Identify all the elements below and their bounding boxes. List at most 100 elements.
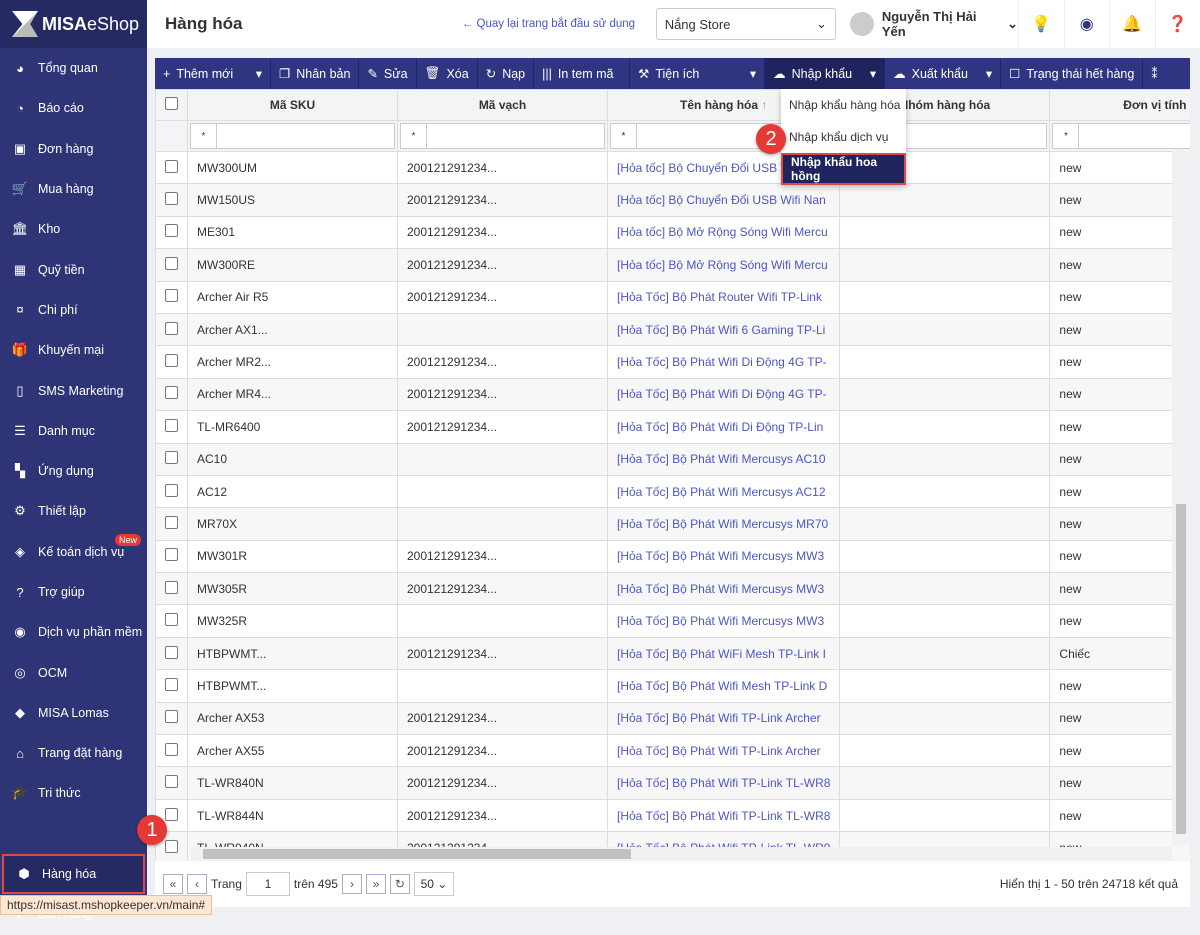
prev-page-button[interactable]: ‹ xyxy=(187,874,207,894)
row-checkbox[interactable] xyxy=(156,475,188,507)
row-checkbox[interactable] xyxy=(156,637,188,669)
sidebar-item-ocm[interactable]: ◎OCM xyxy=(0,652,147,692)
column-filter[interactable]: * xyxy=(398,121,608,152)
table-row[interactable]: MW300RE200121291234...[Hỏa tốc] Bộ Mở Rộ… xyxy=(156,249,1191,281)
table-cell[interactable]: [Hỏa Tốc] Bộ Phát Wifi Mercusys AC10 xyxy=(608,443,840,475)
add-button[interactable]: + Thêm mới▾ xyxy=(155,58,271,89)
sidebar-item-hàng-hóa[interactable]: ⬢Hàng hóa xyxy=(2,854,145,894)
vertical-scrollbar[interactable] xyxy=(1172,149,1190,845)
table-cell[interactable]: [Hỏa Tốc] Bộ Phát Router Wifi TP-Link xyxy=(608,281,840,313)
table-row[interactable]: Archer MR4...200121291234...[Hỏa Tốc] Bộ… xyxy=(156,378,1191,410)
row-checkbox[interactable] xyxy=(156,281,188,313)
table-row[interactable]: AC12[Hỏa Tốc] Bộ Phát Wifi Mercusys AC12… xyxy=(156,475,1191,507)
table-row[interactable]: MW325R[Hỏa Tốc] Bộ Phát Wifi Mercusys MW… xyxy=(156,605,1191,637)
delete-button[interactable]: 🗑Xóa xyxy=(417,58,478,89)
table-cell[interactable]: [Hỏa Tốc] Bộ Phát Wifi Mercusys MR70 xyxy=(608,508,840,540)
back-link[interactable]: ← Quay lại trang bắt đầu sử dụng xyxy=(462,18,650,30)
logo[interactable]: MISAeShop xyxy=(0,0,147,48)
store-select[interactable]: Nắng Store⌄ xyxy=(656,8,836,40)
first-page-button[interactable]: « xyxy=(163,874,183,894)
row-checkbox[interactable] xyxy=(156,767,188,799)
sidebar-item-báo-cáo[interactable]: ◔Báo cáo xyxy=(0,88,147,128)
table-row[interactable]: Archer Air R5200121291234...[Hỏa Tốc] Bộ… xyxy=(156,281,1191,313)
scroll-thumb[interactable] xyxy=(1176,504,1186,834)
sidebar-item-misa-lomas[interactable]: ◆MISA Lomas xyxy=(0,693,147,733)
table-cell[interactable]: [Hỏa Tốc] Bộ Phát Wifi Di Động 4G TP- xyxy=(608,378,840,410)
table-cell[interactable]: [Hỏa Tốc] Bộ Phát Wifi Mercusys MW3 xyxy=(608,573,840,605)
sidebar-item-quỹ-tiền[interactable]: ▦Quỹ tiền xyxy=(0,249,147,289)
refresh-icon[interactable]: ↻ xyxy=(390,874,410,894)
table-cell[interactable]: [Hỏa Tốc] Bộ Phát Wifi Di Động 4G TP- xyxy=(608,346,840,378)
table-cell[interactable]: [Hỏa Tốc] Bộ Phát Wifi Di Động TP-Lin xyxy=(608,411,840,443)
table-row[interactable]: TL-MR6400200121291234...[Hỏa Tốc] Bộ Phá… xyxy=(156,411,1191,443)
table-cell[interactable]: [Hỏa Tốc] Bộ Phát Wifi Mercusys MW3 xyxy=(608,540,840,572)
sidebar-item-mua-hàng[interactable]: 🛒Mua hàng xyxy=(0,169,147,209)
sidebar-item-trang-đặt-hàng[interactable]: ⌂Trang đặt hàng xyxy=(0,733,147,773)
table-row[interactable]: AC10[Hỏa Tốc] Bộ Phát Wifi Mercusys AC10… xyxy=(156,443,1191,475)
row-checkbox[interactable] xyxy=(156,702,188,734)
table-row[interactable]: Archer AX53200121291234...[Hỏa Tốc] Bộ P… xyxy=(156,702,1191,734)
table-cell[interactable]: [Hỏa tốc] Bộ Mở Rộng Sóng Wifi Mercu xyxy=(608,216,840,248)
row-checkbox[interactable] xyxy=(156,508,188,540)
table-row[interactable]: TL-WR840N200121291234...[Hỏa Tốc] Bộ Phá… xyxy=(156,767,1191,799)
table-cell[interactable]: [Hỏa Tốc] Bộ Phát Wifi Mesh TP-Link D xyxy=(608,670,840,702)
row-checkbox[interactable] xyxy=(156,346,188,378)
page-input[interactable]: 1 xyxy=(246,872,290,896)
table-cell[interactable]: [Hỏa tốc] Bộ Mở Rộng Sóng Wifi Mercu xyxy=(608,249,840,281)
messenger-icon[interactable]: ◉ xyxy=(1064,0,1110,48)
filter-operator[interactable]: * xyxy=(1053,124,1079,148)
row-checkbox[interactable] xyxy=(156,378,188,410)
table-row[interactable]: Archer MR2...200121291234...[Hỏa Tốc] Bộ… xyxy=(156,346,1191,378)
sidebar-item-ứng-dụng[interactable]: ▚Ứng dụng xyxy=(0,451,147,491)
filter-operator[interactable]: * xyxy=(401,124,427,148)
row-checkbox[interactable] xyxy=(156,152,188,184)
row-checkbox[interactable] xyxy=(156,249,188,281)
table-row[interactable]: HTBPWMT...[Hỏa Tốc] Bộ Phát Wifi Mesh TP… xyxy=(156,670,1191,702)
row-checkbox[interactable] xyxy=(156,411,188,443)
help-icon[interactable]: ❓ xyxy=(1155,0,1200,48)
menu-item-import-services[interactable]: Nhập khẩu dịch vụ xyxy=(781,121,906,153)
table-row[interactable]: Archer AX55200121291234...[Hỏa Tốc] Bộ P… xyxy=(156,735,1191,767)
column-header[interactable]: Đơn vị tính xyxy=(1050,90,1190,121)
table-row[interactable]: MW150US200121291234...[Hỏa tốc] Bộ Chuyể… xyxy=(156,184,1191,216)
sidebar-item-khuyến-mại[interactable]: 🎁Khuyến mại xyxy=(0,330,147,370)
export-button[interactable]: ☁Xuất khẩu▾ xyxy=(885,58,1001,89)
row-checkbox[interactable] xyxy=(156,216,188,248)
print-barcode-button[interactable]: |||In tem mã xyxy=(534,58,630,89)
table-row[interactable]: Archer AX1...[Hỏa Tốc] Bộ Phát Wifi 6 Ga… xyxy=(156,313,1191,345)
row-checkbox[interactable] xyxy=(156,670,188,702)
filter-operator[interactable]: * xyxy=(191,124,217,148)
menu-item-import-commission[interactable]: Nhập khẩu hoa hồng xyxy=(781,153,906,185)
sidebar-item-tri-thức[interactable]: 🎓Tri thức xyxy=(0,773,147,813)
duplicate-button[interactable]: ❐Nhân bản xyxy=(271,58,359,89)
row-checkbox[interactable] xyxy=(156,573,188,605)
table-row[interactable]: TL-WR844N200121291234...[Hỏa Tốc] Bộ Phá… xyxy=(156,799,1191,831)
table-cell[interactable]: [Hỏa Tốc] Bộ Phát Wifi TP-Link TL-WR8 xyxy=(608,799,840,831)
out-of-stock-button[interactable]: ☐Trạng thái hết hàng xyxy=(1001,58,1143,89)
column-header[interactable]: Mã vạch xyxy=(398,90,608,121)
reload-button[interactable]: ↻Nạp xyxy=(478,58,534,89)
table-row[interactable]: MW301R200121291234...[Hỏa Tốc] Bộ Phát W… xyxy=(156,540,1191,572)
table-cell[interactable]: [Hỏa Tốc] Bộ Phát WiFi Mesh TP-Link I xyxy=(608,637,840,669)
utility-button[interactable]: ⚒Tiện ích▾ xyxy=(630,58,765,89)
sidebar-item-kho[interactable]: 🏛Kho xyxy=(0,209,147,249)
table-cell[interactable]: [Hỏa Tốc] Bộ Phát Wifi 6 Gaming TP-Li xyxy=(608,313,840,345)
page-size-select[interactable]: 50 ⌄ xyxy=(414,872,454,896)
table-cell[interactable]: [Hỏa Tốc] Bộ Phát Wifi TP-Link Archer xyxy=(608,735,840,767)
sidebar-item-trợ-giúp[interactable]: ?Trợ giúp xyxy=(0,572,147,612)
row-checkbox[interactable] xyxy=(156,735,188,767)
table-row[interactable]: MW305R200121291234...[Hỏa Tốc] Bộ Phát W… xyxy=(156,573,1191,605)
row-checkbox[interactable] xyxy=(156,184,188,216)
sidebar-item-sms-marketing[interactable]: ▯SMS Marketing xyxy=(0,370,147,410)
table-cell[interactable]: [Hỏa Tốc] Bộ Phát Wifi Mercusys AC12 xyxy=(608,475,840,507)
filter-operator[interactable]: * xyxy=(611,124,637,148)
sidebar-item-thiết-lập[interactable]: ⚙Thiết lập xyxy=(0,491,147,531)
table-cell[interactable]: [Hỏa tốc] Bộ Chuyển Đổi USB Wifi Nan xyxy=(608,184,840,216)
table-cell[interactable]: [Hỏa Tốc] Bộ Phát Wifi TP-Link Archer xyxy=(608,702,840,734)
sidebar-item-đơn-hàng[interactable]: ▣Đơn hàng xyxy=(0,129,147,169)
import-button[interactable]: ☁Nhập khẩu▾ xyxy=(765,58,885,89)
row-checkbox[interactable] xyxy=(156,605,188,637)
user-menu[interactable]: Nguyễn Thị Hải Yến ⌄ xyxy=(850,9,1018,39)
select-all-checkbox[interactable] xyxy=(156,90,188,121)
filter-input[interactable] xyxy=(427,124,604,148)
